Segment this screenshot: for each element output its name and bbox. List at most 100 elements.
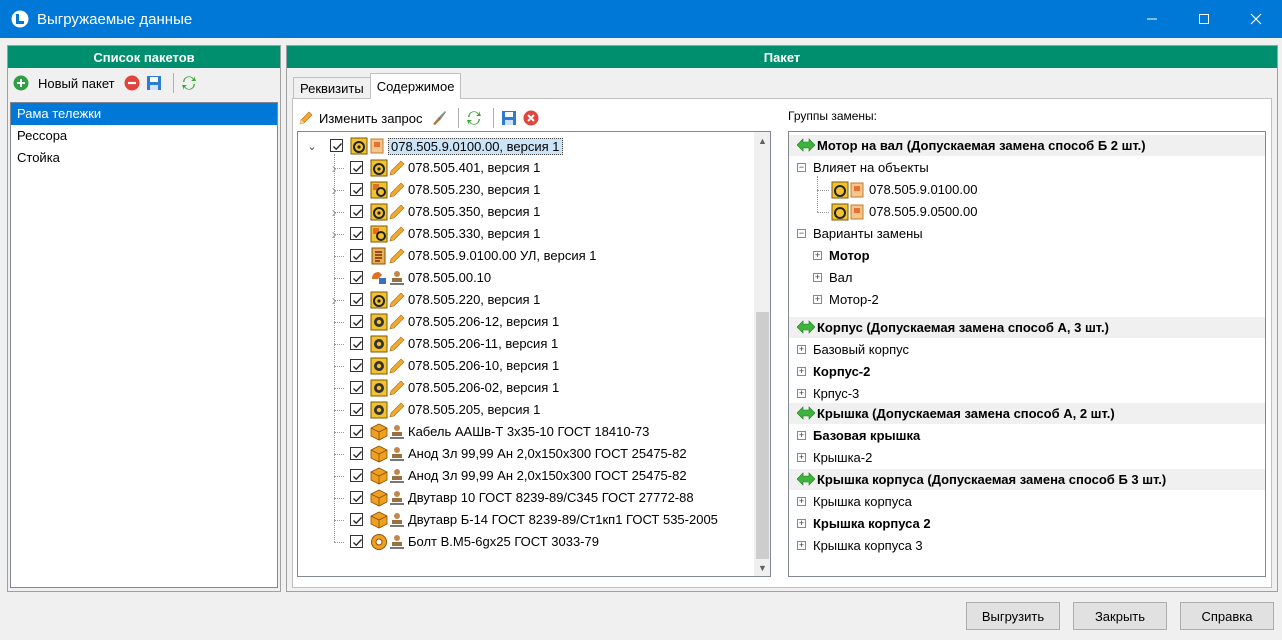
node-checkbox[interactable]: [350, 359, 363, 372]
node-checkbox[interactable]: [350, 425, 363, 438]
group-item-label: Варианты замены: [813, 226, 923, 241]
tree-node[interactable]: 078.505.206-12, версия 1: [298, 311, 758, 333]
pencil-icon: [388, 225, 406, 243]
node-checkbox[interactable]: [350, 271, 363, 284]
toolbar-separator: [458, 108, 460, 128]
worker-icon: [388, 269, 406, 287]
pencil-icon: [388, 203, 406, 221]
delete-icon[interactable]: [123, 74, 141, 92]
cancel-icon[interactable]: [522, 109, 540, 127]
tree-node[interactable]: 078.505.206-02, версия 1: [298, 377, 758, 399]
node-checkbox[interactable]: [350, 293, 363, 306]
package-item-rama[interactable]: Рама тележки: [11, 103, 277, 125]
node-checkbox[interactable]: [350, 205, 363, 218]
node-checkbox[interactable]: [350, 491, 363, 504]
edit-query-button[interactable]: Изменить запрос: [319, 111, 422, 126]
replacement-group-header[interactable]: Крышка (Допускаемая замена способ А, 2 ш…: [789, 403, 1265, 424]
package-item-stoika[interactable]: Стойка: [11, 147, 277, 169]
new-package-button[interactable]: Новый пакет: [38, 76, 115, 91]
tab-strip: Реквизиты Содержимое: [293, 73, 462, 99]
save-icon[interactable]: [145, 74, 163, 92]
tree-node[interactable]: Кабель ААШв-Т 3х35-10 ГОСТ 18410-73: [298, 421, 758, 443]
package-item-ressora[interactable]: Рессора: [11, 125, 277, 147]
maximize-icon: [1199, 14, 1209, 24]
expand-icon[interactable]: +: [797, 367, 806, 376]
node-checkbox[interactable]: [350, 447, 363, 460]
chevron-down-icon[interactable]: ⌄: [306, 140, 318, 153]
assembly-icon: [350, 137, 368, 155]
tree-node[interactable]: Болт В.М5-6gх25 ГОСТ 3033-79: [298, 531, 758, 553]
replacement-group-header[interactable]: Крышка корпуса (Допускаемая замена спосо…: [789, 469, 1265, 490]
tree-node[interactable]: 078.505.206-11, версия 1: [298, 333, 758, 355]
clear-query-icon[interactable]: [430, 109, 448, 127]
refresh-icon[interactable]: [465, 109, 483, 127]
expand-icon[interactable]: +: [797, 431, 806, 440]
tree-connector: [334, 476, 344, 477]
tree-node[interactable]: › 078.505.220, версия 1: [298, 289, 758, 311]
node-checkbox[interactable]: [350, 183, 363, 196]
contents-tab-body: Изменить запрос ▲ ▼ ⌄ 078.505.9.0100.00,…: [292, 98, 1272, 588]
tree-node[interactable]: Двутавр Б-14 ГОСТ 8239-89/Ст1кп1 ГОСТ 53…: [298, 509, 758, 531]
toolbar-separator: [493, 108, 495, 128]
tree-node[interactable]: 078.505.205, версия 1: [298, 399, 758, 421]
collapse-icon[interactable]: −: [797, 163, 806, 172]
tree-node[interactable]: Анод Зл 99,99 Ан 2,0х150х300 ГОСТ 25475-…: [298, 443, 758, 465]
tree-node[interactable]: › 078.505.401, версия 1: [298, 157, 758, 179]
maximize-button[interactable]: [1181, 0, 1227, 38]
node-checkbox[interactable]: [350, 337, 363, 350]
expand-icon[interactable]: +: [813, 251, 822, 260]
tree-connector: [334, 520, 344, 521]
expand-icon[interactable]: +: [797, 389, 806, 398]
save-icon[interactable]: [500, 109, 518, 127]
node-checkbox[interactable]: [350, 249, 363, 262]
close-button[interactable]: Закрыть: [1073, 602, 1167, 630]
node-checkbox[interactable]: [350, 513, 363, 526]
tree-node[interactable]: 078.505.206-10, версия 1: [298, 355, 758, 377]
node-checkbox[interactable]: [330, 139, 343, 152]
tree-node[interactable]: › 078.505.330, версия 1: [298, 223, 758, 245]
expand-icon[interactable]: +: [813, 273, 822, 282]
tree-node-label: 078.505.00.10: [408, 270, 492, 285]
replacement-group-header[interactable]: Мотор на вал (Допускаемая замена способ …: [789, 135, 1265, 156]
group-item-label: Мотор-2: [829, 292, 879, 307]
tree-node[interactable]: 078.505.00.10: [298, 267, 758, 289]
close-window-button[interactable]: [1233, 0, 1279, 38]
tab-contents[interactable]: Содержимое: [369, 73, 462, 99]
tree-node[interactable]: 078.505.9.0100.00 УЛ, версия 1: [298, 245, 758, 267]
node-checkbox[interactable]: [350, 469, 363, 482]
help-button[interactable]: Справка: [1180, 602, 1274, 630]
expand-icon[interactable]: +: [813, 295, 822, 304]
export-button[interactable]: Выгрузить: [966, 602, 1060, 630]
tree-connector: [334, 410, 344, 411]
node-checkbox[interactable]: [350, 535, 363, 548]
node-checkbox[interactable]: [350, 315, 363, 328]
add-icon[interactable]: [12, 74, 30, 92]
group-item-label: 078.505.9.0100.00: [869, 182, 978, 197]
box-icon: [370, 489, 388, 507]
replacement-group-header[interactable]: Корпус (Допускаемая замена способ А, 3 ш…: [789, 317, 1265, 338]
expand-icon[interactable]: +: [797, 453, 806, 462]
tree-node[interactable]: › 078.505.230, версия 1: [298, 179, 758, 201]
tree-node[interactable]: Анод Зл 99,99 Ан 2,0х150х300 ГОСТ 25475-…: [298, 465, 758, 487]
expand-icon[interactable]: +: [797, 519, 806, 528]
pencil-icon[interactable]: [297, 109, 315, 127]
expand-icon[interactable]: +: [797, 497, 806, 506]
minimize-button[interactable]: [1129, 0, 1175, 38]
refresh-icon[interactable]: [180, 74, 198, 92]
expand-icon[interactable]: +: [797, 345, 806, 354]
tree-node[interactable]: › 078.505.350, версия 1: [298, 201, 758, 223]
worker-icon: [388, 489, 406, 507]
node-checkbox[interactable]: [350, 161, 363, 174]
node-checkbox[interactable]: [350, 227, 363, 240]
node-checkbox[interactable]: [350, 403, 363, 416]
tree-connector: [334, 154, 335, 542]
expand-icon[interactable]: +: [797, 541, 806, 550]
tree-node[interactable]: ⌄ 078.505.9.0100.00, версия 1: [298, 135, 758, 157]
scroll-down-icon[interactable]: ▼: [754, 559, 770, 576]
contents-toolbar: Изменить запрос: [297, 105, 544, 131]
tree-node[interactable]: Двутавр 10 ГОСТ 8239-89/С345 ГОСТ 27772-…: [298, 487, 758, 509]
node-checkbox[interactable]: [350, 381, 363, 394]
collapse-icon[interactable]: −: [797, 229, 806, 238]
tree-connector: [817, 190, 829, 191]
tab-requisites[interactable]: Реквизиты: [293, 77, 371, 99]
